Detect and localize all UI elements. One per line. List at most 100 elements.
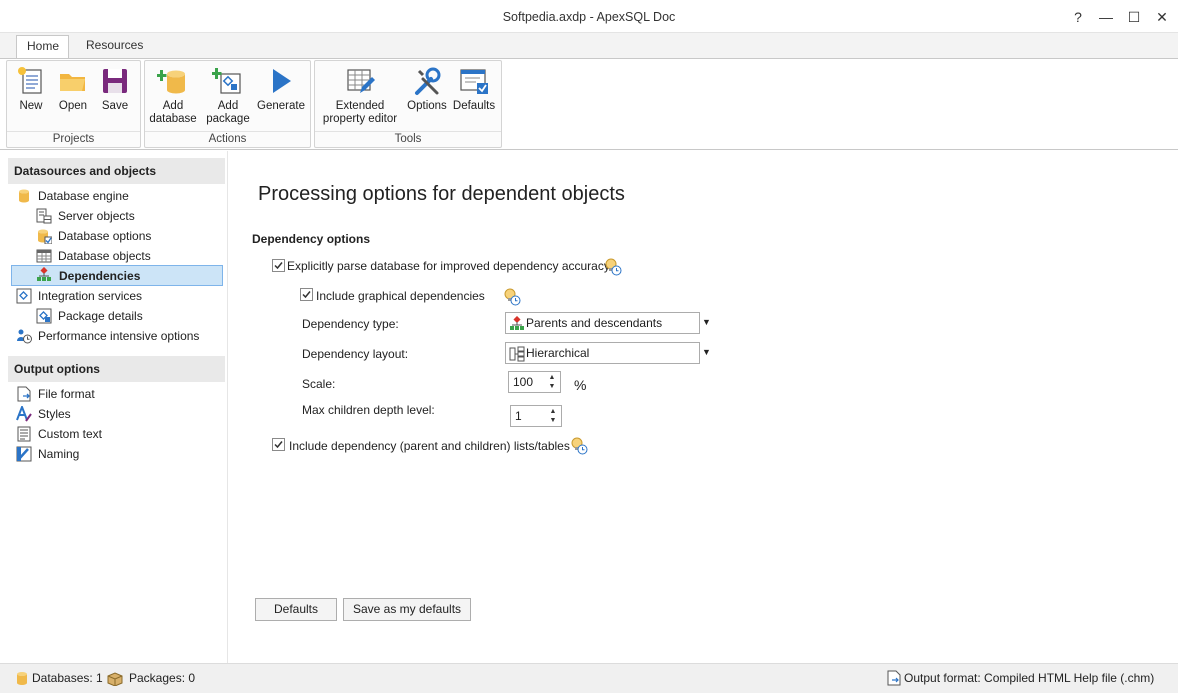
generate-button[interactable]: Generate: [255, 65, 307, 113]
explicit-parse-label[interactable]: Explicitly parse database for improved d…: [287, 259, 610, 273]
tab-home[interactable]: Home: [16, 35, 69, 58]
open-button[interactable]: Open: [53, 65, 93, 113]
floppy-disk-icon: [103, 69, 127, 93]
include-lists-checkbox[interactable]: [272, 438, 285, 451]
add-package-icon: [212, 68, 241, 94]
integration-services-icon: [16, 288, 32, 304]
new-project-icon: [18, 67, 42, 94]
nav-item-custom-text[interactable]: Custom text: [16, 424, 221, 444]
include-lists-label[interactable]: Include dependency (parent and children)…: [289, 439, 570, 453]
play-arrow-icon: [273, 69, 291, 93]
scale-label: Scale:: [302, 377, 336, 391]
table-icon: [36, 249, 52, 263]
chevron-down-icon[interactable]: ▼: [702, 317, 712, 327]
file-format-icon: [887, 670, 901, 686]
database-icon: [17, 672, 27, 685]
include-graphical-label[interactable]: Include graphical dependencies: [316, 289, 485, 303]
minimize-button[interactable]: —: [1093, 6, 1119, 28]
tab-resources[interactable]: Resources: [76, 35, 150, 58]
wrench-screwdriver-icon: [415, 67, 441, 95]
defaults-button[interactable]: Defaults: [255, 598, 337, 621]
save-button[interactable]: Save: [95, 65, 135, 113]
save-as-my-defaults-button[interactable]: Save as my defaults: [343, 598, 471, 621]
stepper-down-icon[interactable]: ▼: [548, 417, 558, 425]
max-depth-stepper[interactable]: 1 ▲ ▼: [510, 405, 562, 427]
add-database-icon: [157, 70, 185, 94]
add-database-button[interactable]: Add database: [147, 65, 199, 126]
options-button[interactable]: Options: [405, 65, 449, 113]
folder-icon: [60, 74, 85, 91]
hierarchical-layout-icon: [509, 346, 525, 362]
window-title: Softpedia.axdp - ApexSQL Doc: [502, 10, 676, 24]
check-icon: [274, 262, 283, 270]
add-database-label: Add database: [149, 100, 197, 125]
nav-item-file-format[interactable]: File format: [16, 384, 221, 404]
ribbon-group-title: Tools: [315, 131, 501, 147]
nav-item-server-objects[interactable]: Server objects: [36, 206, 221, 226]
check-icon: [302, 291, 311, 299]
chevron-down-icon[interactable]: ▼: [702, 347, 712, 357]
max-depth-label: Max children depth level:: [302, 403, 435, 417]
stepper-down-icon[interactable]: ▼: [547, 383, 557, 391]
options-label: Options: [407, 100, 447, 112]
extended-property-editor-label: Extended property editor: [322, 100, 398, 125]
nav-item-styles[interactable]: Styles: [16, 404, 221, 424]
new-button-label: New: [19, 100, 43, 112]
ribbon-group-title: Actions: [145, 131, 310, 147]
help-button[interactable]: ?: [1065, 6, 1091, 28]
scale-value: 100: [513, 375, 534, 389]
new-button[interactable]: New: [11, 65, 51, 113]
hierarchy-icon: [37, 267, 51, 281]
document-text-icon: [17, 426, 31, 442]
scale-unit: %: [574, 377, 587, 393]
ribbon-group-projects: New Open Save Projects: [6, 60, 141, 148]
open-button-label: Open: [58, 100, 88, 112]
ribbon-tab-row: Home Resources: [0, 33, 1178, 58]
nav-item-naming[interactable]: Naming: [16, 444, 221, 464]
generate-label: Generate: [257, 100, 305, 112]
extended-property-editor-button[interactable]: Extended property editor: [319, 65, 401, 126]
databases-count: Databases: 1: [32, 671, 103, 685]
main-panel: Processing options for dependent objects…: [229, 151, 1178, 663]
file-format-icon: [17, 386, 31, 402]
nav-item-performance-intensive-options[interactable]: Performance intensive options: [16, 326, 221, 346]
navigation-pane: Datasources and objects Database engine …: [0, 151, 228, 663]
styles-icon: [16, 406, 32, 422]
include-graphical-checkbox[interactable]: [300, 288, 313, 301]
lightbulb-clock-icon[interactable]: [503, 288, 521, 306]
stepper-up-icon[interactable]: ▲: [547, 374, 557, 382]
save-button-label: Save: [101, 100, 129, 112]
nav-item-database-objects[interactable]: Database objects: [36, 246, 221, 266]
server-objects-icon: [36, 208, 52, 224]
nav-item-database-options[interactable]: Database options: [36, 226, 221, 246]
nav-item-database-engine[interactable]: Database engine: [16, 186, 221, 206]
section-datasources-header: Datasources and objects: [8, 158, 225, 184]
max-depth-value: 1: [515, 409, 522, 423]
nav-item-integration-services[interactable]: Integration services: [16, 286, 221, 306]
users-clock-icon: [17, 329, 32, 344]
dependency-type-select[interactable]: Parents and descendants: [505, 312, 700, 334]
maximize-button[interactable]: ☐: [1121, 6, 1147, 28]
add-package-button[interactable]: Add package: [203, 65, 253, 126]
title-bar: Softpedia.axdp - ApexSQL Doc ? — ☐ ✕: [0, 0, 1178, 33]
page-title: Processing options for dependent objects: [258, 183, 625, 205]
output-format-status: Output format: Compiled HTML Help file (…: [904, 671, 1155, 685]
scale-stepper[interactable]: 100 ▲ ▼: [508, 371, 561, 393]
lightbulb-clock-icon[interactable]: [570, 437, 588, 455]
section-output-options-header: Output options: [8, 356, 225, 382]
lightbulb-clock-icon[interactable]: [604, 258, 622, 276]
packages-icon: [107, 672, 123, 686]
database-icon: [19, 189, 29, 203]
defaults-ribbon-button[interactable]: Defaults: [451, 65, 497, 113]
dependency-options-title: Dependency options: [252, 232, 371, 246]
ribbon-group-title: Projects: [7, 131, 140, 147]
ribbon-group-actions: Add database Add package Generate Action…: [144, 60, 311, 148]
nav-item-dependencies[interactable]: Dependencies: [11, 265, 223, 286]
nav-item-package-details[interactable]: Package details: [36, 306, 221, 326]
close-button[interactable]: ✕: [1149, 6, 1175, 28]
dependency-layout-select[interactable]: Hierarchical: [505, 342, 700, 364]
stepper-up-icon[interactable]: ▲: [548, 408, 558, 416]
packages-count: Packages: 0: [129, 671, 196, 685]
grid-pencil-icon: [347, 69, 375, 93]
explicit-parse-checkbox[interactable]: [272, 259, 285, 272]
